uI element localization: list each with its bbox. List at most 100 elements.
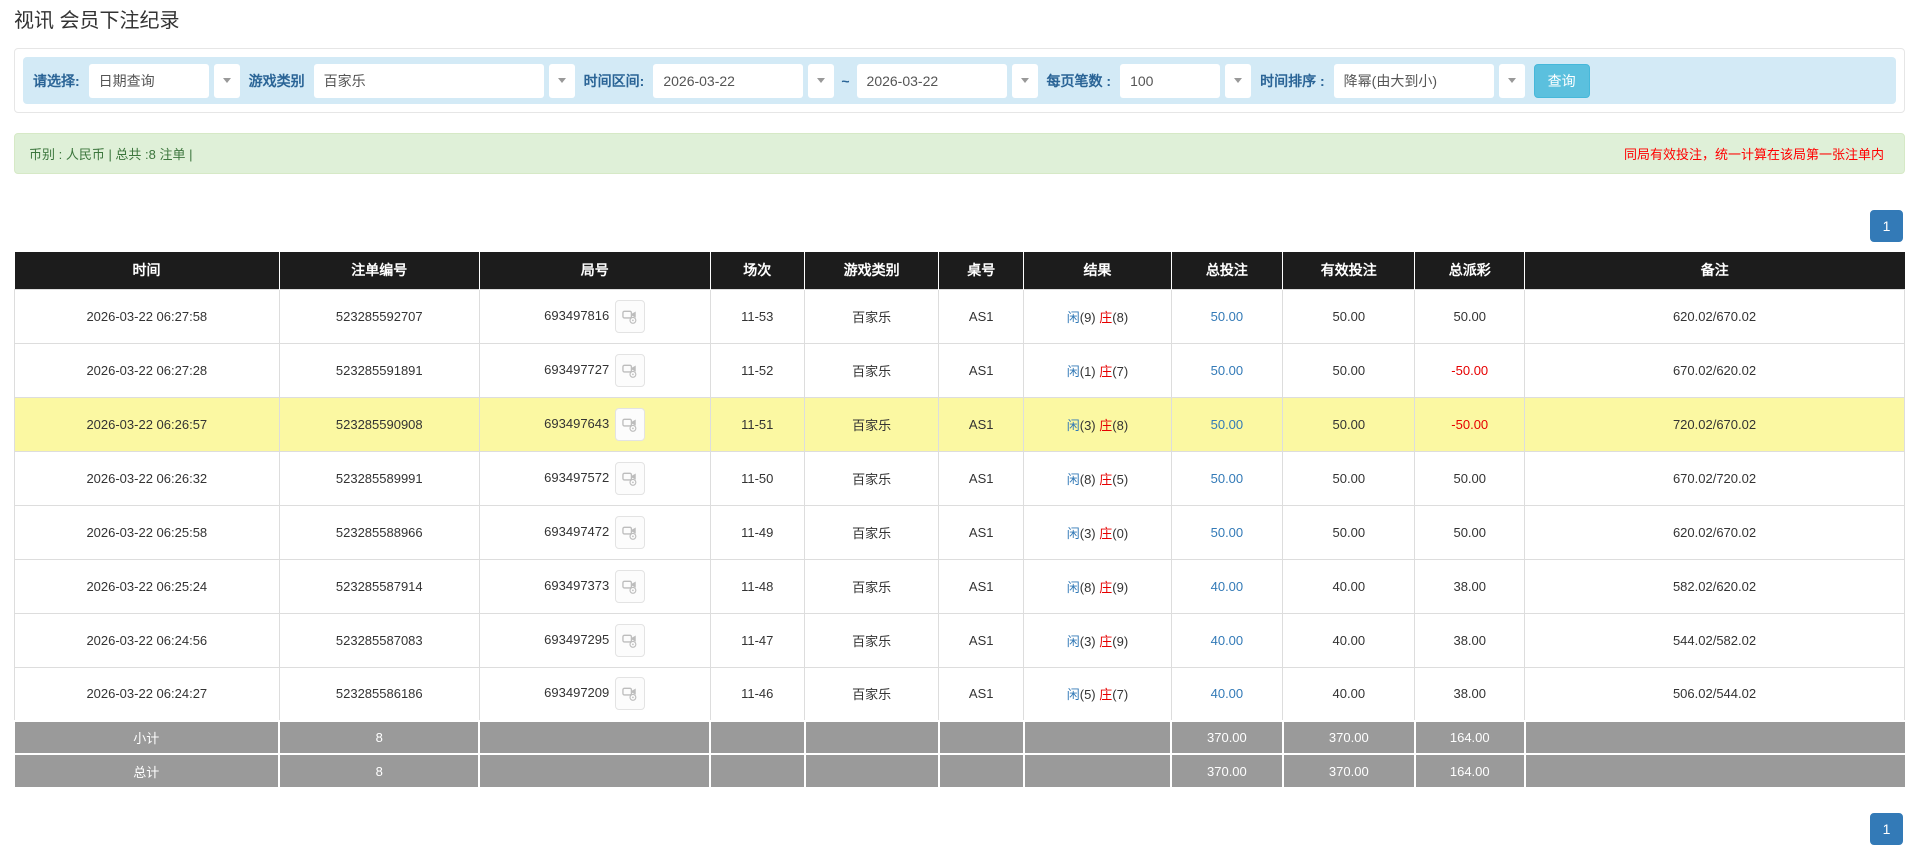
payout-cell: 50.00 bbox=[1415, 505, 1525, 559]
video-icon-button[interactable] bbox=[615, 408, 645, 441]
banker-result-label: 庄 bbox=[1099, 580, 1112, 595]
date-from-value: 2026-03-22 bbox=[653, 64, 803, 98]
valid-bet-cell: 50.00 bbox=[1283, 397, 1415, 451]
bet-id-cell: 523285587083 bbox=[279, 613, 479, 667]
footer-cell-9: 164.00 bbox=[1415, 721, 1525, 754]
round-id: 693497295 bbox=[544, 631, 609, 646]
player-result-value: (3) bbox=[1080, 418, 1096, 433]
banker-result-value: (9) bbox=[1112, 580, 1128, 595]
time-cell: 2026-03-22 06:26:32 bbox=[15, 451, 280, 505]
total-bet-cell: 50.00 bbox=[1171, 289, 1283, 343]
query-type-label: 请选择: bbox=[33, 71, 80, 91]
total-bet-cell: 50.00 bbox=[1171, 505, 1283, 559]
banker-result-value: (5) bbox=[1112, 472, 1128, 487]
date-to-select[interactable]: 2026-03-22 bbox=[857, 64, 1038, 98]
time-cell: 2026-03-22 06:26:57 bbox=[15, 397, 280, 451]
chevron-down-icon bbox=[808, 64, 834, 98]
game-type-cell: 百家乐 bbox=[805, 451, 939, 505]
remark-cell: 620.02/670.02 bbox=[1525, 505, 1905, 559]
table-no-cell: AS1 bbox=[939, 397, 1024, 451]
page-button-1-bottom[interactable]: 1 bbox=[1870, 813, 1903, 845]
game-type-cell: 百家乐 bbox=[805, 559, 939, 613]
total-bet-link[interactable]: 50.00 bbox=[1211, 417, 1244, 432]
table-row: 2026-03-22 06:25:24 523285587914 6934973… bbox=[15, 559, 1905, 613]
player-result-label: 闲 bbox=[1067, 472, 1080, 487]
bet-id-cell: 523285587914 bbox=[279, 559, 479, 613]
filter-bar: 请选择: 日期查询 游戏类别 百家乐 时间区间: 2026-03-22 ~ 20… bbox=[23, 57, 1896, 104]
banker-result-value: (9) bbox=[1112, 634, 1128, 649]
video-icon-button[interactable] bbox=[615, 570, 645, 603]
round-id: 693497572 bbox=[544, 469, 609, 484]
banker-result-label: 庄 bbox=[1099, 526, 1112, 541]
page-size-value: 100 bbox=[1120, 64, 1220, 98]
round-cell: 693497643 bbox=[479, 397, 710, 451]
bet-id-cell: 523285588966 bbox=[279, 505, 479, 559]
time-cell: 2026-03-22 06:27:28 bbox=[15, 343, 280, 397]
remark-cell: 544.02/582.02 bbox=[1525, 613, 1905, 667]
video-icon-button[interactable] bbox=[615, 516, 645, 549]
video-icon bbox=[622, 308, 638, 325]
valid-bet-cell: 50.00 bbox=[1283, 505, 1415, 559]
valid-bet-cell: 40.00 bbox=[1283, 613, 1415, 667]
total-bet-link[interactable]: 50.00 bbox=[1211, 471, 1244, 486]
total-bet-link[interactable]: 40.00 bbox=[1211, 579, 1244, 594]
search-button[interactable]: 查询 bbox=[1534, 64, 1590, 98]
query-type-select[interactable]: 日期查询 bbox=[89, 64, 240, 98]
video-icon-button[interactable] bbox=[615, 300, 645, 333]
round-cell: 693497295 bbox=[479, 613, 710, 667]
column-header-10: 备注 bbox=[1525, 252, 1905, 289]
banker-result-label: 庄 bbox=[1099, 364, 1112, 379]
time-cell: 2026-03-22 06:27:58 bbox=[15, 289, 280, 343]
total-bet-link[interactable]: 50.00 bbox=[1211, 363, 1244, 378]
video-icon-button[interactable] bbox=[615, 624, 645, 657]
video-icon-button[interactable] bbox=[615, 677, 645, 710]
total-bet-cell: 50.00 bbox=[1171, 451, 1283, 505]
footer-cell-2 bbox=[479, 754, 710, 787]
remark-cell: 582.02/620.02 bbox=[1525, 559, 1905, 613]
footer-cell-8: 370.00 bbox=[1283, 721, 1415, 754]
banker-result-value: (7) bbox=[1112, 364, 1128, 379]
table-row: 2026-03-22 06:27:28 523285591891 6934977… bbox=[15, 343, 1905, 397]
total-bet-link[interactable]: 50.00 bbox=[1211, 309, 1244, 324]
chevron-down-icon bbox=[1012, 64, 1038, 98]
player-result-label: 闲 bbox=[1067, 418, 1080, 433]
video-icon-button[interactable] bbox=[615, 354, 645, 387]
column-header-2: 局号 bbox=[479, 252, 710, 289]
player-result-value: (8) bbox=[1080, 472, 1096, 487]
time-cell: 2026-03-22 06:24:27 bbox=[15, 667, 280, 721]
session-cell: 11-50 bbox=[710, 451, 805, 505]
bet-id-cell: 523285591891 bbox=[279, 343, 479, 397]
footer-cell-4 bbox=[805, 754, 939, 787]
round-cell: 693497209 bbox=[479, 667, 710, 721]
column-header-7: 总投注 bbox=[1171, 252, 1283, 289]
sort-value: 降幂(由大到小) bbox=[1334, 64, 1494, 98]
video-icon-button[interactable] bbox=[615, 462, 645, 495]
player-result-label: 闲 bbox=[1067, 310, 1080, 325]
player-result-label: 闲 bbox=[1067, 634, 1080, 649]
round-cell: 693497727 bbox=[479, 343, 710, 397]
column-header-3: 场次 bbox=[710, 252, 805, 289]
table-row: 2026-03-22 06:24:56 523285587083 6934972… bbox=[15, 613, 1905, 667]
payout-cell: 38.00 bbox=[1415, 667, 1525, 721]
footer-cell-1: 8 bbox=[279, 721, 479, 754]
page-button-1[interactable]: 1 bbox=[1870, 210, 1903, 242]
total-bet-link[interactable]: 40.00 bbox=[1211, 686, 1244, 701]
query-type-value: 日期查询 bbox=[89, 64, 209, 98]
column-header-8: 有效投注 bbox=[1283, 252, 1415, 289]
table-row: 2026-03-22 06:26:57 523285590908 6934976… bbox=[15, 397, 1905, 451]
footer-cell-10 bbox=[1525, 721, 1905, 754]
page-size-select[interactable]: 100 bbox=[1120, 64, 1251, 98]
video-icon bbox=[622, 524, 638, 541]
video-icon bbox=[622, 362, 638, 379]
footer-cell-2 bbox=[479, 721, 710, 754]
sort-select[interactable]: 降幂(由大到小) bbox=[1334, 64, 1525, 98]
valid-bet-cell: 50.00 bbox=[1283, 343, 1415, 397]
game-type-cell: 百家乐 bbox=[805, 343, 939, 397]
round-id: 693497373 bbox=[544, 577, 609, 592]
game-type-select[interactable]: 百家乐 bbox=[314, 64, 575, 98]
table-row: 2026-03-22 06:24:27 523285586186 6934972… bbox=[15, 667, 1905, 721]
footer-cell-4 bbox=[805, 721, 939, 754]
total-bet-link[interactable]: 50.00 bbox=[1211, 525, 1244, 540]
date-from-select[interactable]: 2026-03-22 bbox=[653, 64, 834, 98]
total-bet-link[interactable]: 40.00 bbox=[1211, 633, 1244, 648]
